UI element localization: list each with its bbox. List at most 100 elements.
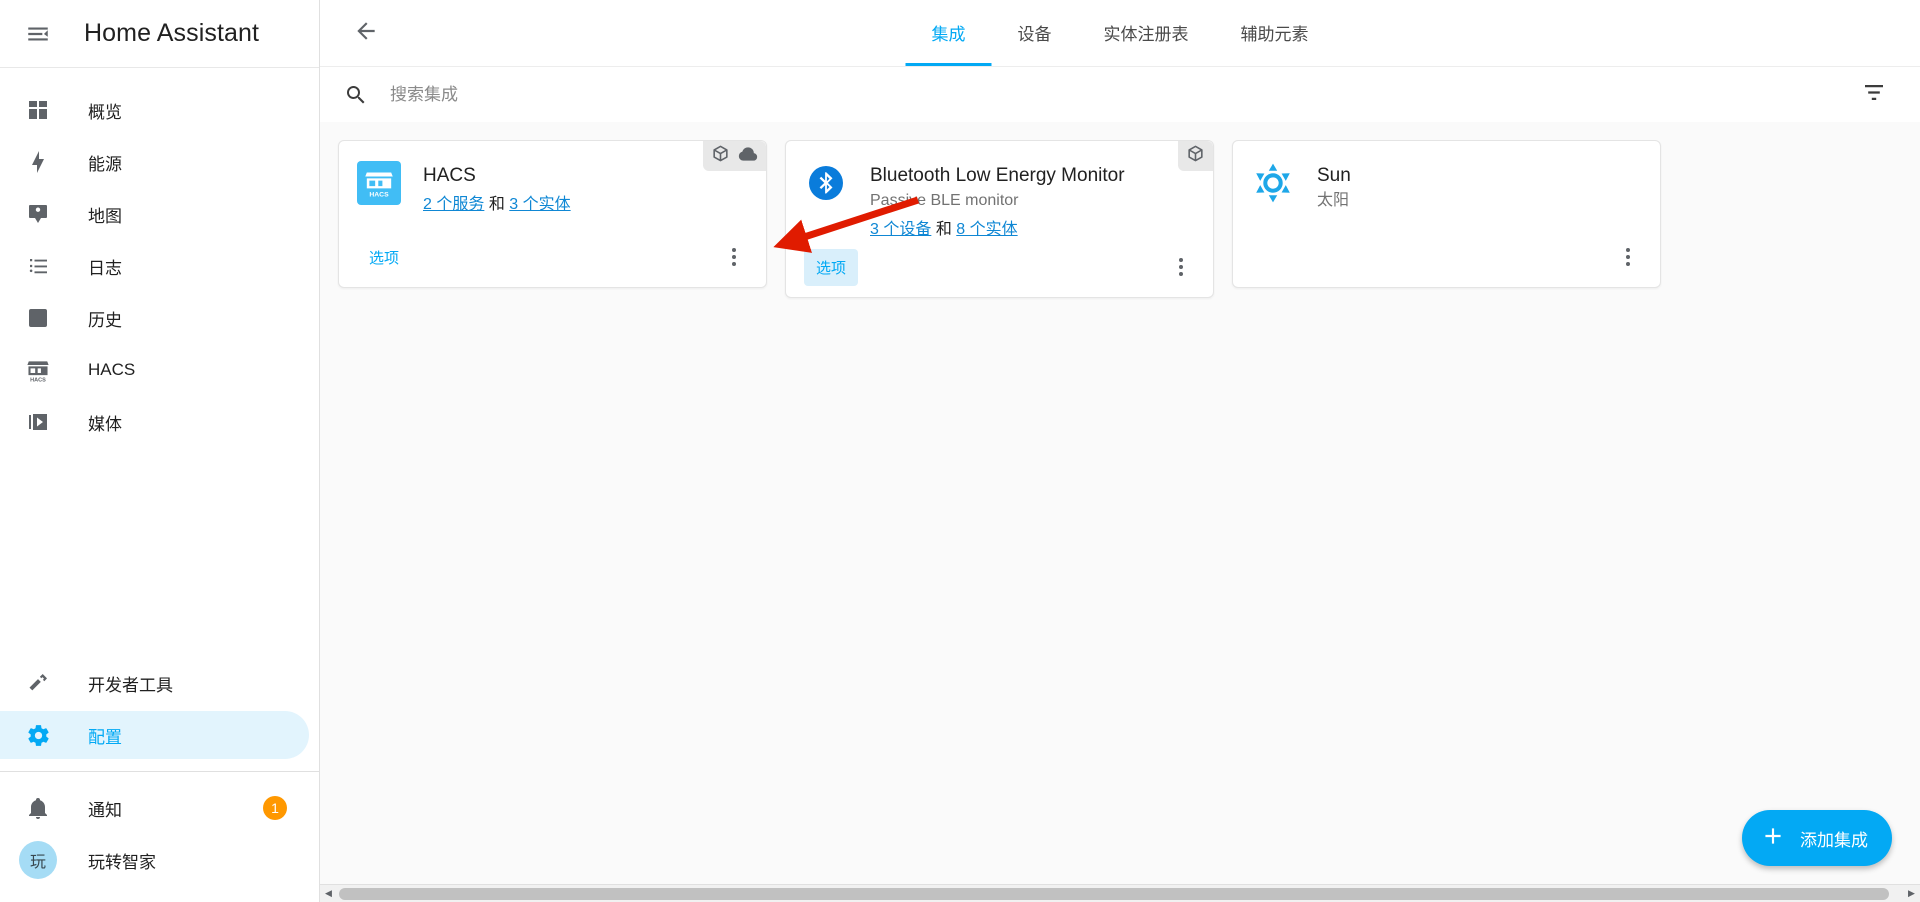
card-overflow-menu-button[interactable] — [1608, 237, 1648, 277]
card-footer: 选项 — [786, 241, 1213, 297]
card-title: HACS — [423, 165, 476, 186]
card-overflow-menu-button[interactable] — [1161, 247, 1201, 287]
tab-devices[interactable]: 设备 — [992, 2, 1078, 66]
search-input[interactable] — [390, 84, 1850, 105]
sidebar-item-media[interactable]: 媒体 — [0, 398, 309, 446]
scroll-right-arrow-icon[interactable]: ▶ — [1903, 885, 1920, 902]
chart-box-icon — [14, 294, 62, 342]
tab-label: 辅助元素 — [1240, 25, 1309, 44]
overflow-menu-button[interactable] — [1850, 9, 1898, 57]
card-link-services[interactable]: 2 个服务 — [423, 196, 484, 213]
integration-card-sun[interactable]: Sun 太阳 — [1232, 140, 1661, 288]
sidebar: Home Assistant 概览 能源 地图 日志 历史 HACS HACS … — [0, 0, 320, 902]
top-toolbar: 集成 设备 实体注册表 辅助元素 — [320, 0, 1920, 66]
options-button[interactable]: 选项 — [804, 248, 859, 286]
menu-collapse-glyph — [28, 27, 48, 40]
avatar-initials: 玩 — [19, 841, 57, 879]
sidebar-item-notifications[interactable]: 通知 1 — [0, 784, 309, 832]
dots-vertical-icon — [1626, 247, 1630, 268]
sidebar-item-overview[interactable]: 概览 — [0, 86, 309, 134]
hacs-storefront-icon: HACS — [14, 346, 62, 394]
card-footer — [1233, 231, 1660, 287]
sidebar-divider — [0, 771, 319, 772]
tab-integrations[interactable]: 集成 — [905, 2, 992, 66]
gear-icon — [14, 711, 62, 759]
sidebar-footer: 通知 1 玩 玩转智家 — [0, 776, 319, 902]
card-texts: HACS 2 个服务 和 3 个实体 — [423, 161, 571, 216]
bluetooth-logo — [804, 161, 848, 205]
sidebar-item-label: 通知 — [88, 800, 122, 820]
tab-label: 设备 — [1017, 25, 1052, 44]
notification-badge: 1 — [263, 796, 287, 820]
lightning-bolt-icon — [14, 138, 62, 186]
integration-card-hacs[interactable]: HACS HACS 2 个服务 和 3 个实体 选项 — [338, 140, 767, 288]
play-box-multiple-icon — [14, 398, 62, 446]
card-link-entities[interactable]: 8 个实体 — [956, 221, 1017, 238]
integration-card-grid: HACS HACS 2 个服务 和 3 个实体 选项 Bluetooth Low… — [338, 140, 1902, 298]
add-integration-fab[interactable]: 添加集成 — [1742, 810, 1892, 866]
integration-card-ble-monitor[interactable]: Bluetooth Low Energy Monitor Passive BLE… — [785, 140, 1214, 298]
card-link-separator: 和 — [488, 196, 505, 213]
filter-icon — [1862, 80, 1886, 109]
search-icon — [344, 83, 368, 107]
card-links: 3 个设备 和 8 个实体 — [870, 219, 1125, 241]
card-title: Bluetooth Low Energy Monitor — [870, 165, 1125, 186]
main-panel: 集成 设备 实体注册表 辅助元素 搜索集成 HACS HACS 2 个服务 和 … — [320, 0, 1920, 902]
sidebar-item-label: 媒体 — [88, 414, 122, 434]
svg-text:HACS: HACS — [30, 377, 46, 383]
plus-icon — [1760, 823, 1786, 854]
sidebar-nav: 概览 能源 地图 日志 历史 HACS HACS 媒体 — [0, 68, 319, 450]
sidebar-item-label: 历史 — [88, 310, 122, 330]
horizontal-scrollbar[interactable]: ◀ ▶ — [320, 884, 1920, 902]
scroll-left-arrow-icon[interactable]: ◀ — [320, 885, 337, 902]
card-link-entities[interactable]: 3 个实体 — [509, 196, 570, 213]
menu-collapse-icon[interactable] — [14, 10, 62, 58]
card-overflow-menu-button[interactable] — [714, 237, 754, 277]
dots-vertical-icon — [732, 247, 736, 268]
account-map-marker-icon — [14, 190, 62, 238]
card-header: Bluetooth Low Energy Monitor Passive BLE… — [786, 141, 1213, 241]
card-subtitle: 太阳 — [1317, 192, 1350, 209]
card-texts: Sun 太阳 — [1317, 161, 1351, 213]
hammer-wrench-icon — [14, 659, 62, 707]
view-dashboard-icon — [14, 86, 62, 134]
app-title: Home Assistant — [84, 19, 260, 47]
card-texts: Bluetooth Low Energy Monitor Passive BLE… — [870, 161, 1125, 241]
options-button[interactable]: 选项 — [357, 239, 411, 276]
sidebar-item-history[interactable]: 历史 — [0, 294, 309, 342]
sidebar-item-user-profile[interactable]: 玩 玩转智家 — [0, 836, 309, 884]
sidebar-item-label: HACS — [88, 360, 136, 379]
hacs-logo: HACS — [357, 161, 401, 205]
sidebar-item-energy[interactable]: 能源 — [0, 138, 309, 186]
sidebar-item-label: 概览 — [88, 102, 122, 122]
card-title: Sun — [1317, 165, 1351, 186]
scrollbar-thumb[interactable] — [339, 887, 1890, 900]
card-link-devices[interactable]: 3 个设备 — [870, 221, 931, 238]
sidebar-item-hacs[interactable]: HACS HACS — [0, 346, 309, 394]
dots-vertical-icon — [1179, 257, 1183, 278]
sidebar-item-developer-tools[interactable]: 开发者工具 — [0, 659, 309, 707]
tab-entity-registry[interactable]: 实体注册表 — [1078, 2, 1215, 66]
sidebar-item-label: 地图 — [88, 206, 122, 226]
sidebar-nav-bottom: 开发者工具 配置 — [0, 655, 319, 763]
card-footer: 选项 — [339, 231, 766, 287]
sidebar-item-logbook[interactable]: 日志 — [0, 242, 309, 290]
sidebar-item-configuration[interactable]: 配置 — [0, 711, 309, 759]
sidebar-item-map[interactable]: 地图 — [0, 190, 309, 238]
sidebar-item-label: 配置 — [88, 727, 122, 747]
card-subtitle: Passive BLE monitor — [870, 192, 1019, 209]
filter-button[interactable] — [1850, 71, 1898, 119]
scrollbar-track[interactable] — [337, 885, 1903, 902]
sidebar-item-label: 能源 — [88, 154, 122, 174]
sidebar-header: Home Assistant — [0, 0, 319, 68]
sidebar-item-label: 玩转智家 — [88, 852, 156, 872]
tab-helpers[interactable]: 辅助元素 — [1215, 2, 1335, 66]
card-link-separator: 和 — [935, 221, 952, 238]
card-links: 2 个服务 和 3 个实体 — [423, 194, 571, 216]
sun-logo — [1251, 161, 1295, 205]
tab-label: 实体注册表 — [1103, 25, 1189, 44]
add-integration-label: 添加集成 — [1800, 830, 1868, 850]
back-button[interactable] — [342, 9, 390, 57]
arrow-left-icon — [353, 18, 379, 49]
